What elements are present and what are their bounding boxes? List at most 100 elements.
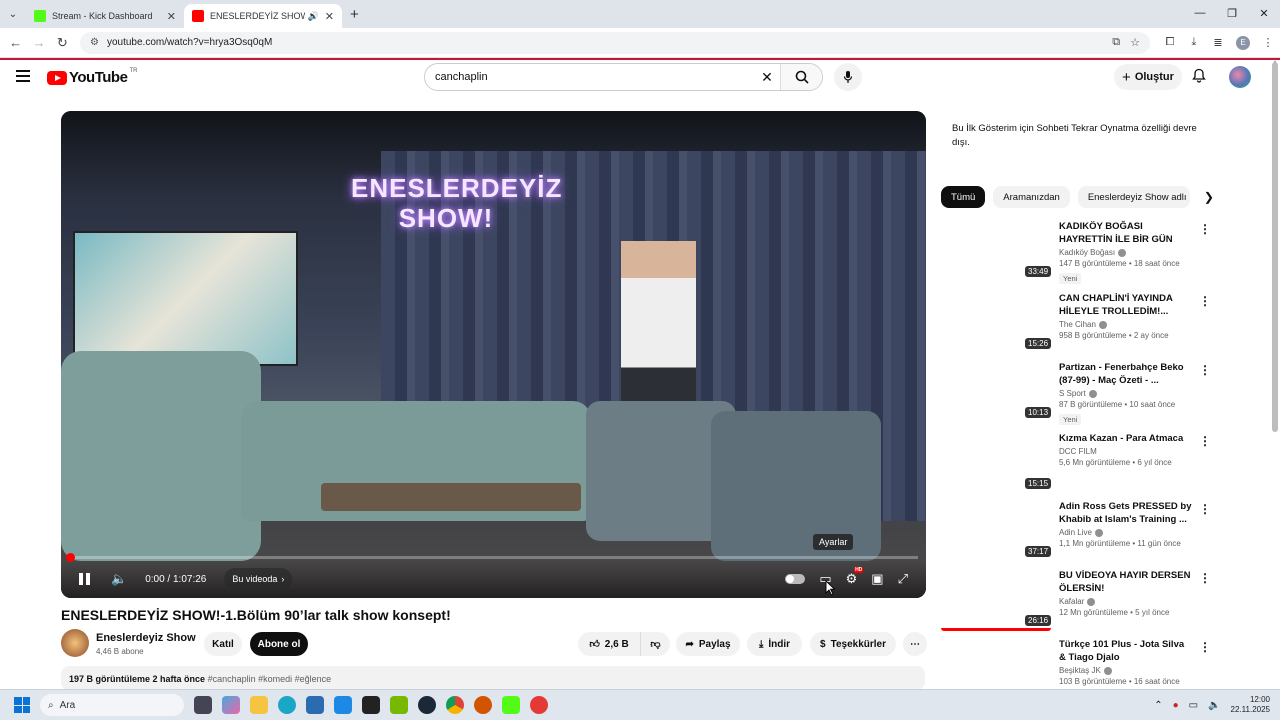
- more-options-icon[interactable]: ⋮: [1199, 640, 1211, 654]
- audio-playing-icon[interactable]: 🔊: [308, 11, 319, 22]
- search-button[interactable]: [780, 64, 822, 90]
- back-icon[interactable]: ←: [4, 35, 27, 50]
- download-button[interactable]: ⤓ İndir: [747, 632, 802, 656]
- epic-games-icon[interactable]: [362, 696, 380, 714]
- channel-name[interactable]: Eneslerdeyiz Show: [96, 632, 196, 644]
- chip-from-search[interactable]: Aramanızdan: [993, 186, 1070, 208]
- chevron-right-icon[interactable]: ❯: [1204, 190, 1214, 204]
- video-thumbnail[interactable]: 10:13: [941, 361, 1052, 423]
- recommendation-title[interactable]: Kızma Kazan - Para Atmaca: [1059, 432, 1193, 445]
- file-explorer-icon[interactable]: [250, 696, 268, 714]
- pause-icon[interactable]: [77, 573, 91, 585]
- tray-chevron-icon[interactable]: ⌃: [1154, 700, 1162, 711]
- install-app-icon[interactable]: ⧉: [1112, 36, 1120, 49]
- recommendation-channel[interactable]: Beşiktaş JK: [1059, 666, 1193, 675]
- more-actions-icon[interactable]: ⋯: [903, 632, 927, 656]
- volume-tray-icon[interactable]: 🔈: [1208, 700, 1220, 711]
- video-thumbnail[interactable]: 15:15: [941, 432, 1052, 494]
- forward-icon[interactable]: →: [27, 35, 50, 50]
- recommendation-item[interactable]: 33:49 KADIKÖY BOĞASI HAYRETTİN İLE BİR GÜ…: [941, 220, 1211, 286]
- recommendation-title[interactable]: Adin Ross Gets PRESSED by Khabib at Isla…: [1059, 500, 1193, 526]
- outlook-icon[interactable]: [334, 696, 352, 714]
- progress-bar[interactable]: [66, 553, 918, 562]
- chrome-icon[interactable]: [446, 696, 464, 714]
- taskbar-search[interactable]: ⌕ Ara: [40, 694, 184, 716]
- recommendation-item[interactable]: 15:15 Kızma Kazan - Para Atmaca DCC FILM 5,…: [941, 432, 1211, 498]
- description-box[interactable]: 197 B görüntüleme 2 hafta önce #canchapl…: [61, 666, 925, 690]
- channel-avatar[interactable]: [61, 629, 89, 657]
- theater-mode-icon[interactable]: ▣: [871, 571, 883, 587]
- aggregator-app-icon[interactable]: [474, 696, 492, 714]
- recommendation-item[interactable]: 37:17 Adin Ross Gets PRESSED by Khabib at…: [941, 500, 1211, 566]
- restore-icon[interactable]: ❐: [1216, 0, 1248, 26]
- tab-close-icon[interactable]: ✕: [325, 10, 334, 23]
- kick-app-icon[interactable]: [502, 696, 520, 714]
- video-player[interactable]: ENESLERDEYİZ SHOW! Ayarlar 🔈 0:00 / 1:07…: [61, 111, 926, 598]
- dislike-button[interactable]: 👎︎: [640, 632, 670, 656]
- youtube-logo[interactable]: YouTube TR: [47, 68, 137, 86]
- search-input[interactable]: canchaplin: [425, 71, 754, 83]
- omnibox[interactable]: ⚙ youtube.com/watch?v=hrya3Osq0qM ⧉ ☆: [79, 31, 1150, 54]
- more-options-icon[interactable]: ⋮: [1199, 434, 1211, 448]
- volume-icon[interactable]: 🔈: [111, 571, 127, 587]
- more-options-icon[interactable]: ⋮: [1199, 294, 1211, 308]
- mic-tray-icon[interactable]: ●: [1173, 700, 1179, 711]
- minimize-icon[interactable]: —: [1184, 0, 1216, 26]
- create-button[interactable]: + Oluştur: [1114, 64, 1182, 90]
- recommendation-channel[interactable]: S Sport: [1059, 389, 1193, 398]
- network-icon[interactable]: ▭: [1189, 700, 1198, 711]
- steam-icon[interactable]: [418, 696, 436, 714]
- bookmark-star-icon[interactable]: ☆: [1130, 36, 1140, 49]
- store-icon[interactable]: [306, 696, 324, 714]
- chapter-button[interactable]: Bu videoda ›: [224, 568, 293, 590]
- subscribe-button[interactable]: Abone ol: [250, 632, 308, 656]
- recommendation-channel[interactable]: DCC FILM: [1059, 447, 1193, 456]
- nvidia-icon[interactable]: [390, 696, 408, 714]
- copilot-icon[interactable]: [222, 696, 240, 714]
- site-info-icon[interactable]: ⚙: [90, 37, 99, 48]
- windows-start-icon[interactable]: [14, 697, 30, 713]
- more-options-icon[interactable]: ⋮: [1199, 571, 1211, 585]
- recommendation-channel[interactable]: The Cihan: [1059, 320, 1193, 329]
- tab-close-icon[interactable]: ✕: [167, 10, 176, 23]
- chip-channel[interactable]: Eneslerdeyiz Show adlı: [1077, 186, 1190, 208]
- hamburger-menu-icon[interactable]: [16, 70, 30, 85]
- new-tab-button[interactable]: +: [350, 6, 359, 23]
- video-thumbnail[interactable]: 15:26: [941, 292, 1052, 354]
- recommendation-item[interactable]: 10:13 Partizan - Fenerbahçe Beko (87-99) …: [941, 361, 1211, 427]
- recommendation-channel[interactable]: Kadıköy Boğası: [1059, 248, 1193, 257]
- settings-gear-icon[interactable]: ⚙ HD: [846, 567, 864, 587]
- recommendation-channel[interactable]: Kafalar: [1059, 597, 1193, 606]
- fullscreen-icon[interactable]: ⤢: [898, 571, 908, 587]
- task-view-icon[interactable]: [194, 696, 212, 714]
- browser-tab-youtube[interactable]: ENESLERDEYİZ SHOW!-1.Bö 🔊 ✕: [184, 4, 342, 28]
- tab-search-button[interactable]: ⌄: [0, 3, 26, 25]
- recommendation-title[interactable]: Partizan - Fenerbahçe Beko (87-99) - Maç…: [1059, 361, 1193, 387]
- page-scrollbar[interactable]: [1272, 62, 1278, 432]
- recommendation-channel[interactable]: Adin Live: [1059, 528, 1193, 537]
- more-options-icon[interactable]: ⋮: [1199, 222, 1211, 236]
- share-button[interactable]: ➦ Paylaş: [676, 632, 740, 656]
- recommendation-title[interactable]: BU VİDEOYA HAYIR DERSEN ÖLERSİN!: [1059, 569, 1193, 595]
- user-avatar[interactable]: [1229, 66, 1251, 88]
- recommendation-title[interactable]: Türkçe 101 Plus - Jota Silva & Tiago Dja…: [1059, 638, 1193, 664]
- clock[interactable]: 12:00 22.11.2025: [1231, 695, 1270, 715]
- edge-icon[interactable]: [278, 696, 296, 714]
- voice-search-button[interactable]: [834, 63, 862, 91]
- video-thumbnail[interactable]: 33:49: [941, 220, 1052, 282]
- more-options-icon[interactable]: ⋮: [1199, 363, 1211, 377]
- download-icon[interactable]: ⤓: [1182, 36, 1206, 49]
- profile-avatar[interactable]: E: [1235, 35, 1250, 50]
- thanks-button[interactable]: $ Teşekkürler: [810, 632, 896, 656]
- recommendation-title[interactable]: CAN CHAPLİN'İ YAYINDA HİLEYLE TROLLEDİM!…: [1059, 292, 1193, 318]
- notifications-bell-icon[interactable]: [1192, 68, 1206, 86]
- recommendation-item[interactable]: 26:16 BU VİDEOYA HAYIR DERSEN ÖLERSİN! Kaf…: [941, 569, 1211, 635]
- url-text[interactable]: youtube.com/watch?v=hrya3Osq0qM: [107, 37, 1112, 48]
- close-window-icon[interactable]: ✕: [1248, 0, 1280, 26]
- recommendation-item[interactable]: 15:26 CAN CHAPLİN'İ YAYINDA HİLEYLE TROLL…: [941, 292, 1211, 358]
- video-thumbnail[interactable]: 26:16: [941, 569, 1052, 631]
- chip-all[interactable]: Tümü: [941, 186, 986, 208]
- join-button[interactable]: Katıl: [204, 632, 242, 656]
- video-thumbnail[interactable]: 37:17: [941, 500, 1052, 562]
- autoplay-toggle[interactable]: [785, 574, 806, 584]
